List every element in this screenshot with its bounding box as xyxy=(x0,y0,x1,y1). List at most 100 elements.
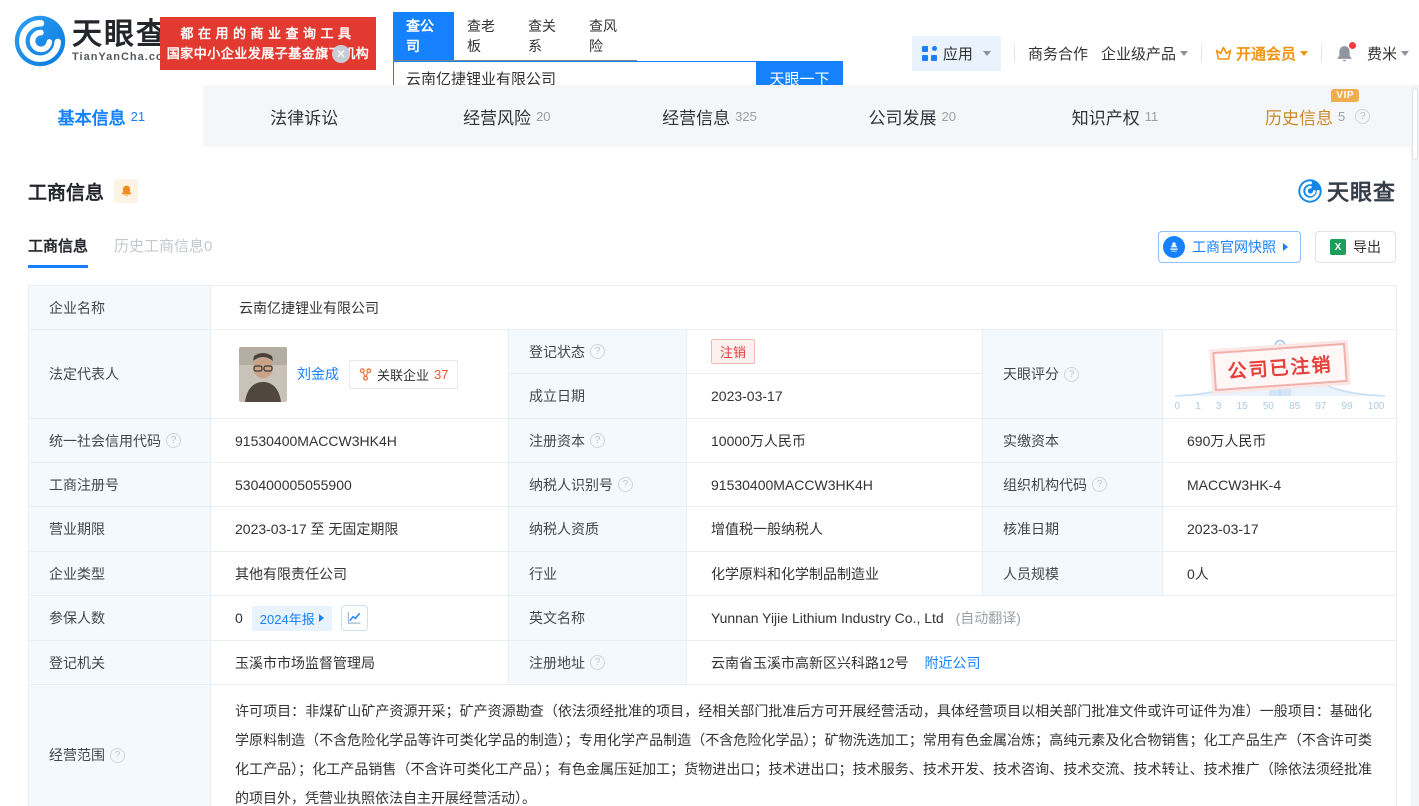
help-icon[interactable] xyxy=(590,655,605,670)
tab-label: 经营风险 xyxy=(463,108,532,128)
approval-date-value: 2023-03-17 xyxy=(1161,506,1398,552)
field-label: 实缴资本 xyxy=(982,418,1163,463)
auto-translate-note: (自动翻译) xyxy=(955,610,1021,626)
help-icon[interactable] xyxy=(1064,366,1079,382)
clear-search-icon[interactable]: ✕ xyxy=(332,45,350,63)
help-icon[interactable] xyxy=(110,747,125,763)
help-icon[interactable] xyxy=(1355,108,1371,124)
legal-rep-photo[interactable] xyxy=(239,346,287,402)
field-label: 核准日期 xyxy=(982,506,1163,552)
site-logo[interactable]: 天眼查 TianYanCha.com xyxy=(12,13,174,69)
apps-grid-icon xyxy=(921,46,937,61)
tab-intellectual-property[interactable]: 知识产权 11 xyxy=(1014,85,1217,147)
divider xyxy=(1320,45,1322,62)
search-tab-risk[interactable]: 查风险 xyxy=(576,12,637,60)
tianyancha-logo-icon xyxy=(14,15,66,67)
table-row: 企业名称 云南亿捷锂业有限公司 xyxy=(28,285,1398,330)
business-info-table: 企业名称 云南亿捷锂业有限公司 法定代表人 刘金成 关联企业 37 登记状态 ?… xyxy=(28,285,1398,806)
field-label: 行业 xyxy=(508,551,687,596)
legal-rep-cell: 刘金成 关联企业 37 xyxy=(210,329,509,419)
search-tab-company[interactable]: 查公司 xyxy=(393,12,454,60)
user-menu[interactable]: 费米 xyxy=(1367,43,1409,64)
legal-rep-name-link[interactable]: 刘金成 xyxy=(297,364,339,384)
annual-report-badge[interactable]: 2024年报 xyxy=(251,605,332,631)
search-tab-boss[interactable]: 查老板 xyxy=(454,12,515,60)
section-title: 工商信息 xyxy=(28,182,105,204)
field-label: 人员规模 xyxy=(982,551,1163,596)
tab-business-info[interactable]: 经营信息 325 xyxy=(608,85,811,147)
help-icon[interactable] xyxy=(1092,477,1107,492)
tab-basic-info[interactable]: 基本信息 21 xyxy=(0,85,203,147)
tab-history-info[interactable]: 历史信息 VIP 5 xyxy=(1216,85,1419,147)
tab-company-development[interactable]: 公司发展 20 xyxy=(811,85,1014,147)
help-icon[interactable] xyxy=(590,344,605,359)
table-row: 经营范围 许可项目：非煤矿山矿产资源开采；矿产资源勘查（依法须经批准的项目，经相… xyxy=(28,684,1398,806)
reg-authority-value: 玉溪市市场监督管理局 xyxy=(210,640,509,685)
tab-label: 公司发展 xyxy=(868,108,937,128)
company-type-value: 其他有限责任公司 xyxy=(210,551,509,596)
org-network-icon xyxy=(359,367,372,381)
nav-enterprise-label: 企业级产品 xyxy=(1100,46,1176,63)
divider xyxy=(1013,45,1015,62)
help-icon[interactable] xyxy=(166,433,181,448)
tab-label: 基本信息 xyxy=(57,108,126,128)
search-tab-relation[interactable]: 查关系 xyxy=(515,12,576,60)
industry-value: 化学原料和化学制品制造业 xyxy=(686,551,983,596)
field-label: 企业类型 xyxy=(28,551,211,596)
paid-capital-value: 690万人民币 xyxy=(1161,418,1398,463)
status-badge: 注销 xyxy=(711,339,756,364)
nav-open-vip[interactable]: 开通会员 xyxy=(1215,43,1308,64)
tab-legal-litigation[interactable]: 法律诉讼 xyxy=(203,85,406,147)
search-tabs: 查公司 查老板 查关系 查风险 xyxy=(393,12,637,61)
notification-dot xyxy=(1348,41,1356,49)
company-name-value: 云南亿捷锂业有限公司 xyxy=(209,285,1398,330)
official-snapshot-button[interactable]: 工商官网快照 xyxy=(1158,231,1301,263)
taxpayer-quality-value: 增值税一般纳税人 xyxy=(686,506,983,552)
field-label: 天眼评分 xyxy=(982,329,1163,419)
insured-count-value: 0 xyxy=(235,610,243,626)
apps-menu[interactable]: 应用 xyxy=(911,36,1001,71)
nav-enterprise[interactable]: 企业级产品 xyxy=(1101,43,1188,64)
english-name-cell: Yunnan Yijie Lithium Industry Co., Ltd (… xyxy=(685,595,1398,641)
field-label: 注册地址 xyxy=(508,640,687,685)
crown-icon xyxy=(1215,46,1232,60)
annual-report-label: 2024年报 xyxy=(259,611,315,627)
main-content: 工商信息 天眼查 工商信息 历史工商信息0 工商官网快照 X 导出 企业名称 云… xyxy=(0,147,1419,806)
field-label: 法定代表人 xyxy=(28,329,211,419)
field-label: 企业名称 xyxy=(28,285,211,330)
help-icon[interactable] xyxy=(590,433,605,448)
subtab-history-registration[interactable]: 历史工商信息0 xyxy=(114,235,212,268)
subscribe-bell-icon[interactable] xyxy=(114,179,139,203)
field-label: 成立日期 xyxy=(508,373,687,419)
nav-cooperation[interactable]: 商务合作 xyxy=(1028,43,1088,64)
table-row: 工商注册号 530400005055900 纳税人识别号 91530400MAC… xyxy=(28,462,1398,507)
field-label: 注册资本 xyxy=(508,418,687,463)
subtab-business-registration[interactable]: 工商信息 xyxy=(28,235,89,268)
export-button[interactable]: 导出 xyxy=(1315,231,1396,263)
nearby-companies-link[interactable]: 附近公司 xyxy=(924,655,980,671)
trend-chart-button[interactable] xyxy=(340,605,368,631)
scrollbar[interactable] xyxy=(1411,85,1419,806)
tab-operating-risk[interactable]: 经营风险 20 xyxy=(405,85,608,147)
notification-bell-icon[interactable] xyxy=(1335,41,1356,64)
chevron-down-icon xyxy=(1401,51,1409,56)
reg-status-value: 注销 xyxy=(686,329,983,374)
tab-label: 知识产权 xyxy=(1071,108,1140,128)
tab-count: 11 xyxy=(1144,108,1159,124)
chevron-down-icon xyxy=(1299,51,1308,56)
reg-address-value: 云南省玉溪市高新区兴科路12号 xyxy=(711,654,909,671)
reg-number-value: 530400005055900 xyxy=(210,462,509,507)
tab-label: 历史信息 VIP xyxy=(1265,88,1360,129)
field-label: 纳税人资质 xyxy=(508,506,687,552)
help-icon[interactable] xyxy=(618,477,633,492)
tab-count: 20 xyxy=(536,108,551,124)
staff-size-value: 0人 xyxy=(1161,551,1398,596)
field-label: 登记机关 xyxy=(28,640,211,685)
field-label: 统一社会信用代码 xyxy=(28,418,211,463)
field-label: 营业期限 xyxy=(28,506,211,552)
table-row: 法定代表人 刘金成 关联企业 37 登记状态 ? 注销 天眼评分 ? 0 1 3… xyxy=(28,329,1398,419)
business-scope-value: 许可项目：非煤矿山矿产资源开采；矿产资源勘查（依法须经批准的项目，经相关部门批准… xyxy=(209,684,1398,806)
scrollbar-thumb[interactable] xyxy=(1412,88,1418,160)
search-area: 查公司 查老板 查关系 查风险 天眼一下 xyxy=(393,12,843,96)
related-companies-badge[interactable]: 关联企业 37 xyxy=(349,359,459,389)
